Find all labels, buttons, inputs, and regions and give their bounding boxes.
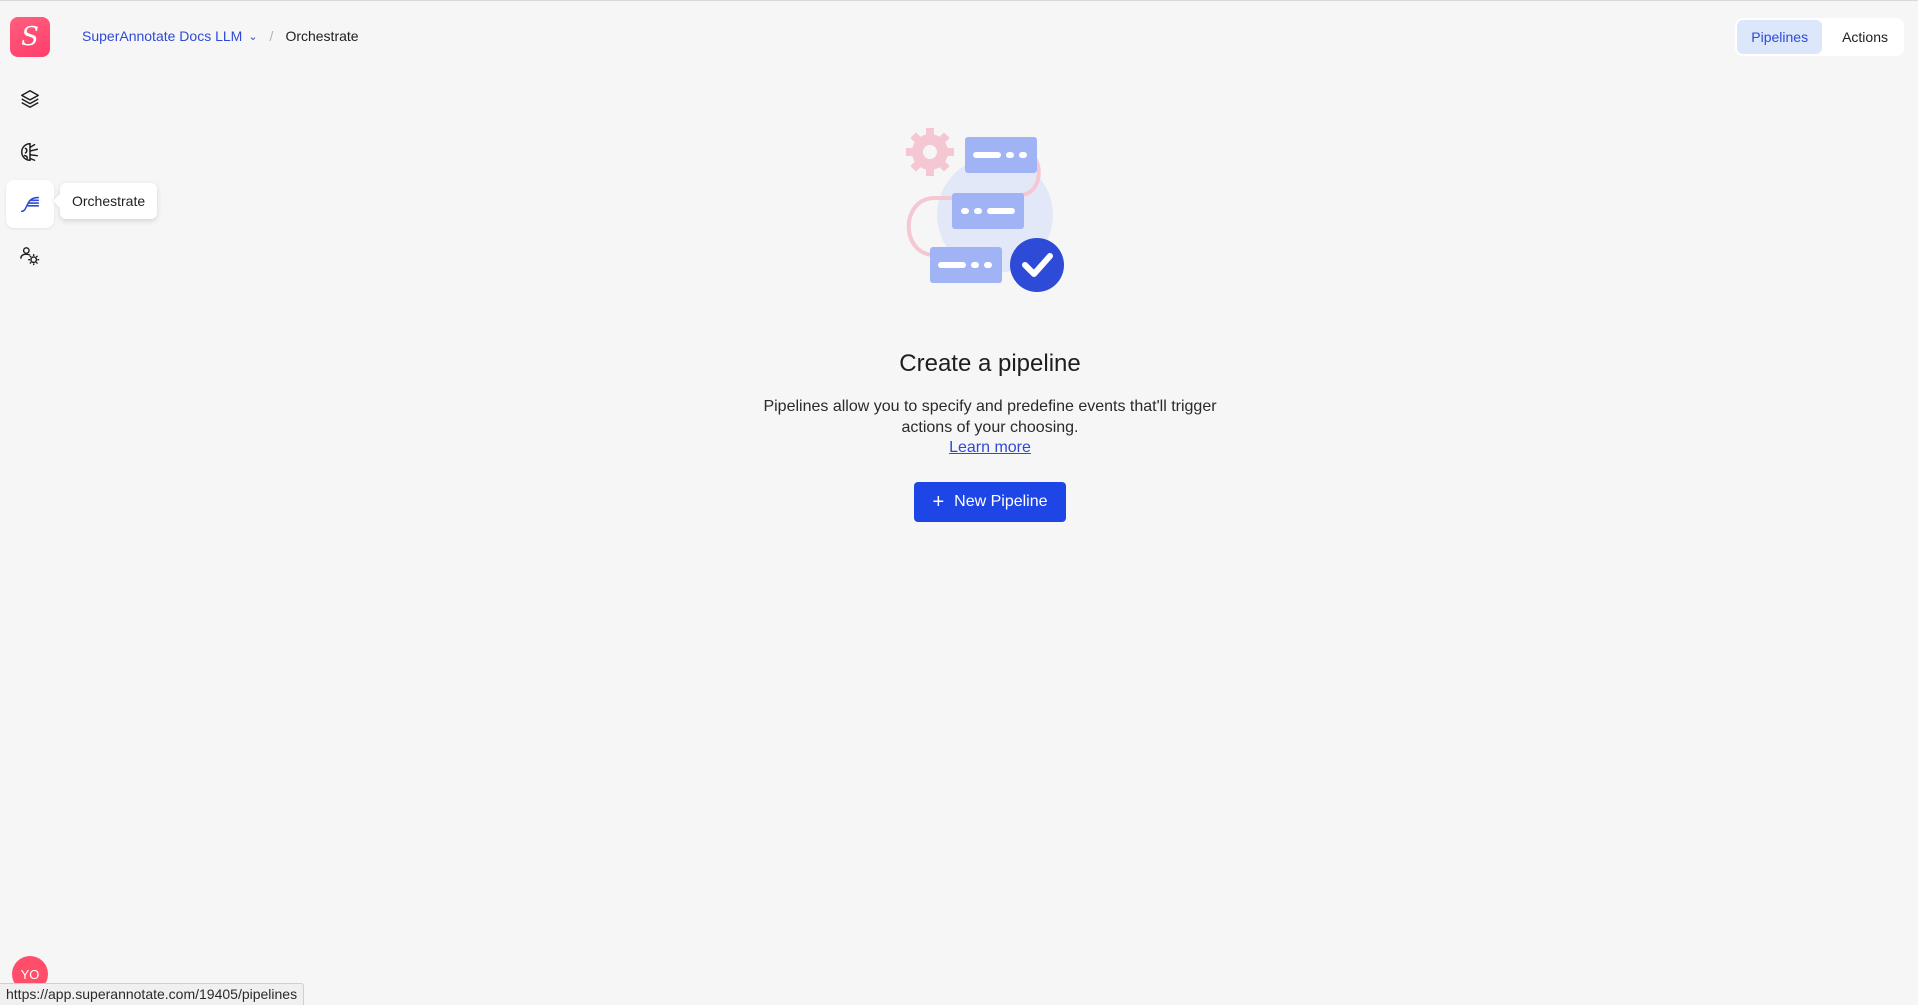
- breadcrumb-separator: /: [269, 28, 274, 44]
- avatar-initials: YO: [20, 966, 40, 982]
- team-settings-icon: [20, 247, 40, 266]
- learn-more-link[interactable]: Learn more: [949, 439, 1031, 457]
- tab-pipelines[interactable]: Pipelines: [1737, 20, 1823, 54]
- new-pipeline-button[interactable]: + New Pipeline: [914, 482, 1066, 522]
- status-bar-url: https://app.superannotate.com/19405/pipe…: [0, 983, 305, 1005]
- sidebar-item-orchestrate[interactable]: [6, 180, 54, 228]
- logo-letter: S: [21, 22, 39, 52]
- sidebar: S YO: [0, 1, 60, 1005]
- section-tabs: Pipelines Actions: [1735, 18, 1904, 56]
- orchestrate-icon: [20, 196, 40, 213]
- team-name: SuperAnnotate Docs LLM: [82, 28, 243, 44]
- sidebar-item-models[interactable]: [6, 128, 54, 176]
- brain-icon: [21, 143, 39, 161]
- sidebar-tooltip: Orchestrate: [60, 183, 158, 219]
- layers-icon: [21, 90, 39, 108]
- sidebar-item-team-settings[interactable]: [6, 232, 54, 280]
- empty-state-title: Create a pipeline: [899, 350, 1081, 377]
- new-pipeline-label: New Pipeline: [954, 493, 1048, 510]
- chevron-down-icon: ⌄: [248, 30, 258, 43]
- sidebar-item-projects[interactable]: [6, 75, 54, 123]
- team-switcher[interactable]: SuperAnnotate Docs LLM ⌄: [82, 28, 258, 44]
- tab-actions[interactable]: Actions: [1828, 20, 1902, 54]
- empty-state: Create a pipeline Pipelines allow you to…: [700, 120, 1280, 522]
- plus-icon: +: [932, 491, 945, 513]
- breadcrumb-current: Orchestrate: [285, 28, 359, 44]
- breadcrumb: SuperAnnotate Docs LLM ⌄ / Orchestrate: [82, 24, 359, 48]
- pipeline-illustration: [906, 128, 1064, 292]
- empty-state-description: Pipelines allow you to specify and prede…: [763, 398, 1217, 436]
- top-border: [0, 0, 1918, 1]
- app-logo[interactable]: S: [10, 17, 50, 57]
